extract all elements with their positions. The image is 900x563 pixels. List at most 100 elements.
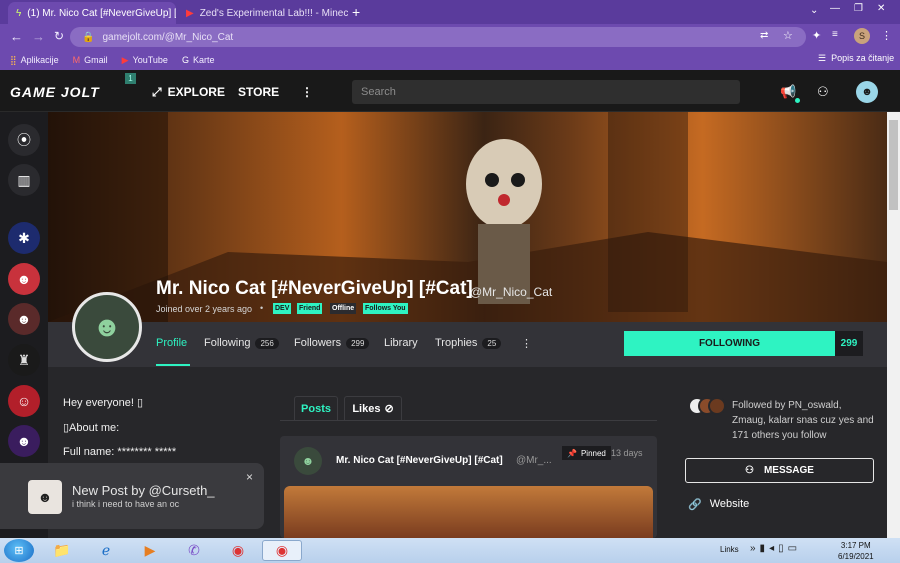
bookmark-star-icon[interactable]: ☆	[783, 29, 793, 42]
translate-icon[interactable]: ⇄	[760, 30, 768, 41]
hidden-eye-icon: ⊘	[384, 403, 394, 415]
website-link[interactable]: 🔗 Website	[688, 498, 749, 511]
forward-icon[interactable]: →	[32, 29, 45, 44]
toast-close-button[interactable]: ×	[246, 470, 253, 484]
scrollbar-thumb[interactable]	[889, 120, 898, 210]
gmail-icon: M	[72, 55, 81, 65]
bio-line: ▯About me:	[63, 422, 120, 434]
toast-body: i think i need to have an oc	[72, 499, 180, 509]
post-author-handle: @Mr_...	[516, 455, 552, 466]
file-explorer-icon[interactable]: 📁	[48, 540, 76, 561]
back-icon[interactable]: ←	[10, 29, 23, 44]
reload-icon[interactable]: ↻	[54, 29, 64, 43]
tab-following[interactable]: Following 256	[204, 337, 279, 349]
viber-icon[interactable]: ✆	[180, 540, 208, 561]
internet-explorer-icon[interactable]: ℯ	[92, 540, 120, 561]
community-avatar-icon[interactable]: ☻	[8, 303, 40, 335]
profile-more-icon[interactable]: ⋮	[521, 337, 532, 350]
following-count: 256	[255, 337, 279, 349]
toast-avatar: ☻	[28, 480, 62, 514]
feed-tab-divider	[280, 420, 657, 421]
follows-you-tag: Follows You	[363, 303, 408, 314]
dev-tag: DEV	[273, 303, 292, 314]
home-pin-icon[interactable]: ⦿	[8, 124, 40, 156]
tab-library[interactable]: Library	[384, 337, 418, 349]
compass-icon: ⤢	[152, 85, 162, 99]
community-avatar-icon[interactable]: ☻	[8, 263, 40, 295]
close-window-button[interactable]: ✕	[877, 3, 885, 14]
lock-icon: 🔒	[82, 31, 95, 43]
nav-explore[interactable]: ⤢ EXPLORE	[152, 85, 225, 100]
browser-tab[interactable]: ▶ Zed's Experimental Lab!!! - Minec ×	[178, 2, 348, 24]
search-input[interactable]: Search	[352, 80, 740, 104]
system-tray-icons[interactable]: »▮◂▯▭	[750, 543, 801, 554]
chrome-active-task[interactable]: ◉	[262, 540, 302, 561]
gamejolt-logo[interactable]: GAME JOLT	[10, 84, 100, 100]
new-tab-button[interactable]: +	[352, 4, 360, 20]
community-avatar-icon[interactable]: ✱	[8, 222, 40, 254]
trophies-count: 25	[482, 337, 502, 349]
followed-by-text[interactable]: Followed by PN_oswald, Zmaug, kalarr sna…	[732, 398, 877, 443]
more-menu-icon[interactable]: ⋮	[301, 85, 313, 99]
tab-posts[interactable]: Posts	[294, 396, 338, 420]
profile-avatar[interactable]: S	[854, 28, 870, 44]
post-image[interactable]	[284, 486, 653, 538]
extensions-icon[interactable]: ✦	[812, 29, 821, 42]
tab-search-icon[interactable]: ⌄	[810, 5, 818, 16]
maximize-button[interactable]: ❐	[854, 3, 863, 14]
bookmark-maps[interactable]: G Karte	[182, 55, 215, 65]
bookmarks-bar: ⣿ Aplikacije M Gmail ▶ YouTube G Karte	[0, 50, 900, 70]
followers-count: 299	[346, 337, 370, 349]
bio-line: Full name: ******** *****	[63, 446, 177, 458]
bookmark-gmail[interactable]: M Gmail	[73, 55, 108, 65]
profile-avatar[interactable]: ☻	[72, 292, 142, 362]
separator-dot: •	[260, 303, 264, 313]
tab-followers[interactable]: Followers 299	[294, 337, 370, 349]
minimize-button[interactable]: —	[830, 3, 840, 14]
taskbar-clock[interactable]: 3:17 PM 6/19/2021	[838, 540, 874, 562]
profile-name: Mr. Nico Cat [#NeverGiveUp] [#Cat]	[156, 278, 473, 299]
chat-icon: ⚇	[745, 465, 754, 476]
start-button[interactable]: ⊞	[4, 539, 34, 562]
bookmark-youtube[interactable]: ▶ YouTube	[122, 55, 168, 66]
toast-title: New Post by @Curseth_	[72, 483, 215, 498]
post-author-name[interactable]: Mr. Nico Cat [#NeverGiveUp] [#Cat]	[336, 455, 503, 466]
tab-likes[interactable]: Likes ⊘	[344, 396, 402, 420]
pinned-badge: 📌 Pinned	[562, 446, 611, 460]
chrome-icon[interactable]: ◉	[224, 540, 252, 561]
post-time: 13 days	[611, 448, 643, 458]
online-status-tag: Offline	[330, 303, 357, 314]
media-player-icon[interactable]: ▶	[136, 540, 164, 561]
url-text: gamejolt.com/@Mr_Nico_Cat	[102, 31, 234, 43]
message-button[interactable]: ⚇ MESSAGE	[685, 458, 874, 483]
profile-handle: @Mr_Nico_Cat	[470, 285, 553, 299]
post-author-avatar[interactable]: ☻	[294, 447, 322, 475]
library-icon[interactable]: ▥	[8, 164, 40, 196]
community-avatar-icon[interactable]: ☺	[8, 385, 40, 417]
media-icon[interactable]: ≡	[832, 29, 838, 40]
tab-title: Zed's Experimental Lab!!! - Minec	[199, 7, 348, 19]
gamejolt-favicon-icon: ϟ	[16, 7, 22, 19]
address-bar[interactable]: 🔒 gamejolt.com/@Mr_Nico_Cat	[70, 27, 806, 47]
chrome-menu-icon[interactable]: ⋮	[881, 29, 892, 42]
links-toolbar[interactable]: Links	[720, 545, 739, 554]
community-avatar-icon[interactable]: ♜	[8, 344, 40, 376]
apps-grid-icon: ⣿	[10, 54, 17, 65]
friends-icon[interactable]: ⚇	[817, 84, 829, 100]
tab-profile[interactable]: Profile	[156, 337, 187, 349]
window-controls: — ❐ ✕	[830, 3, 885, 14]
following-button[interactable]: FOLLOWING	[624, 331, 835, 356]
reading-list[interactable]: ☰ Popis za čitanje	[818, 53, 894, 64]
bio-line: Hey everyone! ▯	[63, 397, 144, 409]
user-avatar-icon[interactable]: ☻	[856, 81, 878, 103]
browser-tab-active[interactable]: ϟ (1) Mr. Nico Cat [#NeverGiveUp] [ ×	[8, 2, 176, 24]
bookmark-apps[interactable]: ⣿ Aplikacije	[10, 55, 59, 66]
joined-date: Joined over 2 years ago	[156, 304, 253, 314]
community-avatar-icon[interactable]: ☻	[8, 425, 40, 457]
nav-store[interactable]: STORE	[238, 85, 279, 99]
friend-tag: Friend	[297, 303, 323, 314]
notification-badge: 1	[125, 73, 136, 84]
tab-trophies[interactable]: Trophies 25	[435, 337, 502, 349]
activity-megaphone-icon[interactable]: 📢	[780, 84, 796, 100]
google-icon: G	[181, 55, 189, 65]
